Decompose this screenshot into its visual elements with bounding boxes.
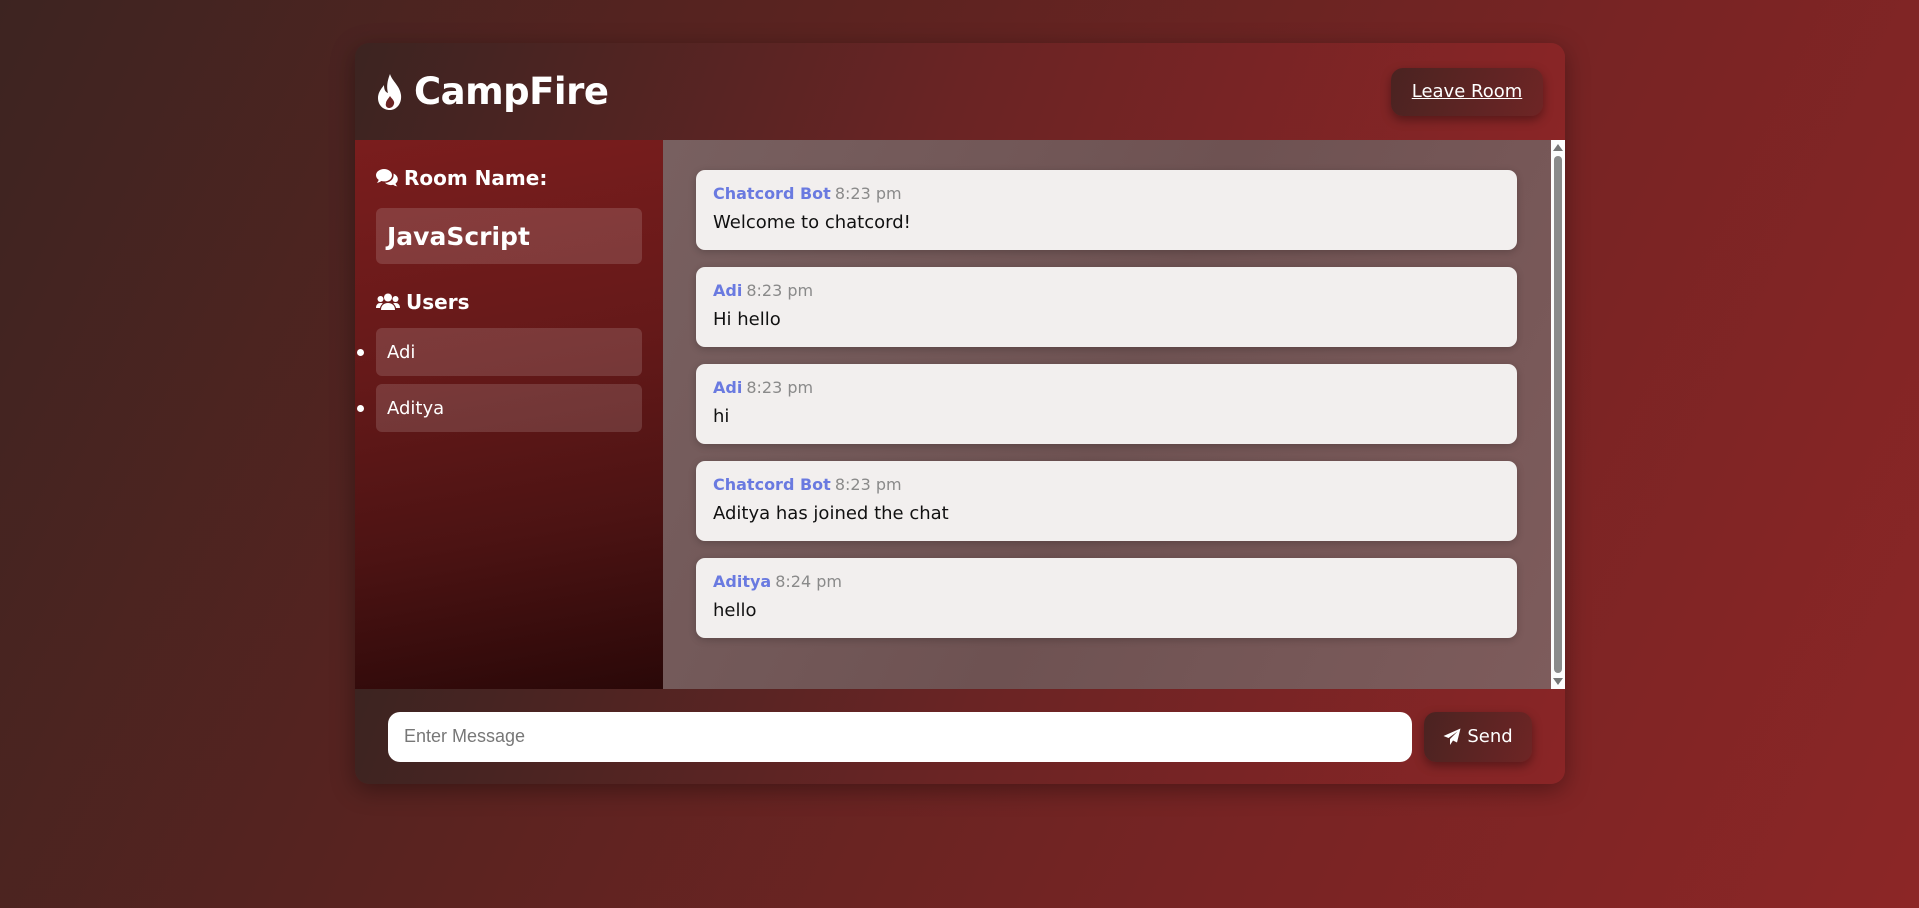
fire-icon bbox=[378, 73, 402, 110]
user-list-item: Adi bbox=[357, 328, 642, 376]
message-time: 8:24 pm bbox=[775, 572, 842, 591]
room-name-heading-label: Room Name: bbox=[404, 166, 548, 190]
send-button-label: Send bbox=[1467, 726, 1513, 747]
user-list-item: Aditya bbox=[357, 384, 642, 432]
scroll-up-arrow-icon[interactable] bbox=[1553, 144, 1563, 151]
message-meta: Chatcord Bot 8:23 pm bbox=[713, 184, 1500, 203]
app-logo: CampFire bbox=[376, 70, 609, 113]
message-text: Aditya has joined the chat bbox=[713, 503, 949, 524]
chat-messages: Chatcord Bot 8:23 pm Welcome to chatcord!… bbox=[663, 140, 1565, 689]
chat-container: CampFire Leave Room Room Name: JavaScrip… bbox=[355, 43, 1565, 784]
message-text: hello bbox=[713, 600, 757, 621]
message-username: Adi bbox=[713, 281, 743, 300]
message-time: 8:23 pm bbox=[746, 281, 814, 300]
message: Adi 8:23 pm hi bbox=[696, 364, 1517, 444]
message: Aditya 8:24 pm hello bbox=[696, 558, 1517, 638]
message-meta: Chatcord Bot 8:23 pm bbox=[713, 475, 1500, 494]
send-button[interactable]: Send bbox=[1424, 711, 1532, 762]
message-username: Chatcord Bot bbox=[713, 184, 831, 203]
user-list: Adi Aditya bbox=[357, 328, 642, 432]
message-time: 8:23 pm bbox=[746, 378, 814, 397]
chat-sidebar: Room Name: JavaScript Users Adi Aditya bbox=[355, 140, 663, 689]
users-icon bbox=[376, 293, 400, 310]
room-name-heading: Room Name: bbox=[376, 166, 642, 190]
scroll-down-arrow-icon[interactable] bbox=[1553, 678, 1563, 685]
scrollbar-thumb[interactable] bbox=[1554, 156, 1562, 673]
message-input[interactable] bbox=[388, 711, 1413, 762]
message-username: Aditya bbox=[713, 572, 772, 591]
message: Adi 8:23 pm Hi hello bbox=[696, 267, 1517, 347]
chat-main: Room Name: JavaScript Users Adi Aditya C… bbox=[355, 140, 1565, 689]
users-heading-label: Users bbox=[406, 290, 470, 314]
message-meta: Adi 8:23 pm bbox=[713, 281, 1500, 300]
users-heading: Users bbox=[376, 290, 642, 314]
paper-plane-icon bbox=[1443, 728, 1461, 745]
app-title: CampFire bbox=[414, 70, 609, 113]
message-time: 8:23 pm bbox=[834, 184, 902, 203]
message-text: hi bbox=[713, 406, 730, 427]
message-meta: Adi 8:23 pm bbox=[713, 378, 1500, 397]
leave-room-button[interactable]: Leave Room bbox=[1391, 67, 1543, 116]
message: Chatcord Bot 8:23 pm Welcome to chatcord! bbox=[696, 170, 1517, 250]
message-text: Hi hello bbox=[713, 309, 781, 330]
room-name: JavaScript bbox=[376, 208, 642, 264]
message-username: Chatcord Bot bbox=[713, 475, 831, 494]
chat-messages-panel: Chatcord Bot 8:23 pm Welcome to chatcord!… bbox=[663, 140, 1565, 689]
messages-scrollbar[interactable] bbox=[1551, 140, 1565, 689]
message-username: Adi bbox=[713, 378, 743, 397]
message-time: 8:23 pm bbox=[834, 475, 902, 494]
message: Chatcord Bot 8:23 pm Aditya has joined th… bbox=[696, 461, 1517, 541]
message-text: Welcome to chatcord! bbox=[713, 212, 911, 233]
chat-form: Send bbox=[355, 689, 1565, 784]
chat-header: CampFire Leave Room bbox=[355, 43, 1565, 140]
message-meta: Aditya 8:24 pm bbox=[713, 572, 1500, 591]
comments-icon bbox=[376, 169, 398, 187]
